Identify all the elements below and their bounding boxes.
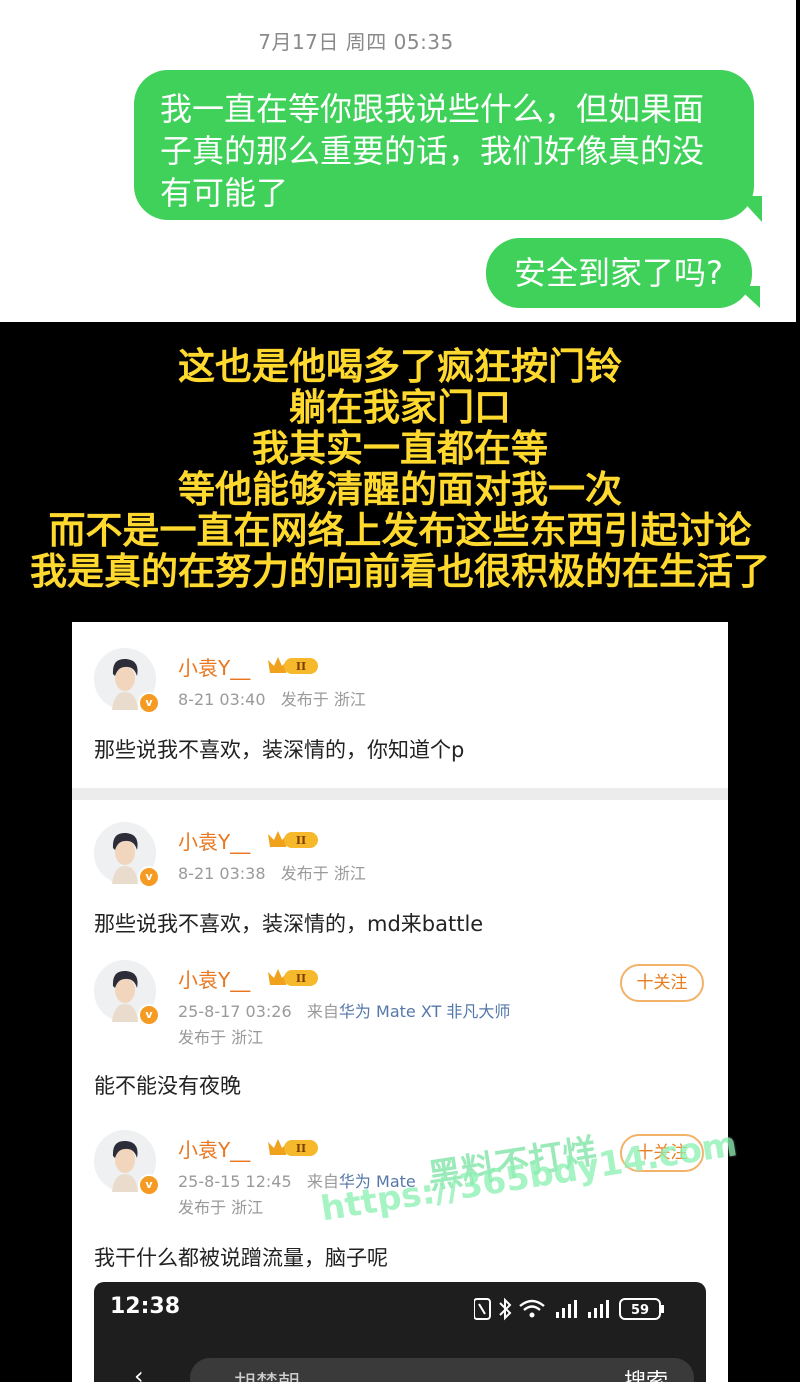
message-timestamp: 7月17日 周四 05:35 [258, 30, 454, 54]
source-prefix: 来自 [306, 1002, 339, 1021]
post-location: 发布于 浙江 [280, 864, 366, 883]
nfc-icon [474, 1298, 491, 1320]
crown-level-icon: II [268, 1139, 318, 1156]
post-time: 25-8-15 12:45 [178, 1172, 292, 1191]
bluetooth-icon [499, 1297, 512, 1321]
level-label: II [296, 972, 306, 985]
post-time: 8-21 03:40 [178, 690, 266, 709]
post-location: 发布于 浙江 [178, 1198, 264, 1217]
search-query: 胡楚朝 [234, 1366, 300, 1382]
caption-line: 我是真的在努力的向前看也很积极的在生活了 [30, 550, 770, 593]
post-device[interactable]: 华为 Mate XT 非凡大师 [339, 1002, 510, 1021]
message-line: 安全到家了吗? [514, 254, 723, 292]
verified-badge-icon: v [138, 1174, 160, 1196]
weibo-feed: v 小袁Y__ II 8-21 03:40 发布于 浙江 那些说我不喜欢，装深情… [72, 622, 728, 1382]
caption-line: 我其实一直都在等 [252, 427, 548, 470]
signal-icon [556, 1300, 577, 1318]
level-label: II [296, 1142, 306, 1155]
message-line: 子真的那么重要的话，我们好像真的没 [160, 132, 705, 170]
bubble-tail [738, 196, 762, 222]
crown-level-icon: II [268, 969, 318, 986]
back-arrow-icon[interactable]: ‹ [134, 1362, 144, 1382]
sms-conversation: 7月17日 周四 05:35 我一直在等你跟我说些什么，但如果面 子真的那么重要… [0, 0, 796, 322]
post-meta: 8-21 03:38 发布于 浙江 [178, 860, 366, 884]
caption-line: 这也是他喝多了疯狂按门铃 [178, 345, 622, 388]
battery-level: 59 [631, 1303, 649, 1318]
avatar[interactable]: v [94, 960, 160, 1026]
caption-text: 这也是他喝多了疯狂按门铃 躺在我家门口 我其实一直都在等 等他能够清醒的面对我一… [0, 346, 800, 592]
caption-line: 等他能够清醒的面对我一次 [178, 468, 622, 511]
search-input[interactable]: 胡楚朝 [190, 1358, 694, 1382]
post-time: 8-21 03:38 [178, 864, 266, 883]
post-meta: 8-21 03:40 发布于 浙江 [178, 686, 366, 710]
sent-message-bubble[interactable]: 安全到家了吗? [486, 238, 752, 308]
username[interactable]: 小袁Y__ [178, 652, 250, 681]
username[interactable]: 小袁Y__ [178, 826, 250, 855]
bubble-tail [736, 286, 760, 308]
avatar[interactable]: v [94, 1130, 160, 1196]
status-clock: 12:38 [110, 1294, 181, 1319]
verified-badge-icon: v [138, 692, 160, 714]
crown-level-icon: II [268, 657, 318, 674]
post-location: 发布于 浙江 [280, 690, 366, 709]
post-text: 能不能没有夜晚 [94, 1074, 241, 1098]
message-line: 我一直在等你跟我说些什么，但如果面 [160, 90, 705, 128]
post-meta: 25-8-17 03:26 来自华为 Mate XT 非凡大师 [178, 998, 510, 1022]
caption-line: 而不是一直在网络上发布这些东西引起讨论 [48, 509, 752, 552]
search-button[interactable]: 搜索 [624, 1364, 668, 1382]
caption-line: 躺在我家门口 [289, 386, 511, 429]
follow-button[interactable]: 十关注 [620, 964, 704, 1002]
post-time: 25-8-17 03:26 [178, 1002, 292, 1021]
post-text: 那些说我不喜欢，装深情的，你知道个p [94, 738, 465, 762]
level-label: II [296, 834, 306, 847]
verified-badge-icon: v [138, 1004, 160, 1026]
username[interactable]: 小袁Y__ [178, 1134, 250, 1163]
wifi-icon [519, 1299, 545, 1318]
username[interactable]: 小袁Y__ [178, 964, 250, 993]
level-label: II [296, 660, 306, 673]
sent-message-bubble[interactable]: 我一直在等你跟我说些什么，但如果面 子真的那么重要的话，我们好像真的没 有可能了 [134, 70, 754, 220]
signal-icon-2 [588, 1300, 609, 1318]
avatar[interactable]: v [94, 822, 160, 888]
verified-badge-icon: v [138, 866, 160, 888]
message-line: 有可能了 [160, 174, 289, 212]
phone-screenshot: 12:38 59 ‹ 胡楚朝 搜索 [94, 1282, 706, 1382]
status-icons: 59 [474, 1297, 664, 1321]
post-text: 那些说我不喜欢，装深情的，md来battle [94, 912, 484, 936]
crown-level-icon: II [268, 831, 318, 848]
avatar[interactable]: v [94, 648, 160, 714]
post-text: 我干什么都被说蹭流量，脑子呢 [94, 1246, 388, 1270]
post-location: 发布于 浙江 [178, 1028, 264, 1047]
card-divider [72, 788, 728, 800]
